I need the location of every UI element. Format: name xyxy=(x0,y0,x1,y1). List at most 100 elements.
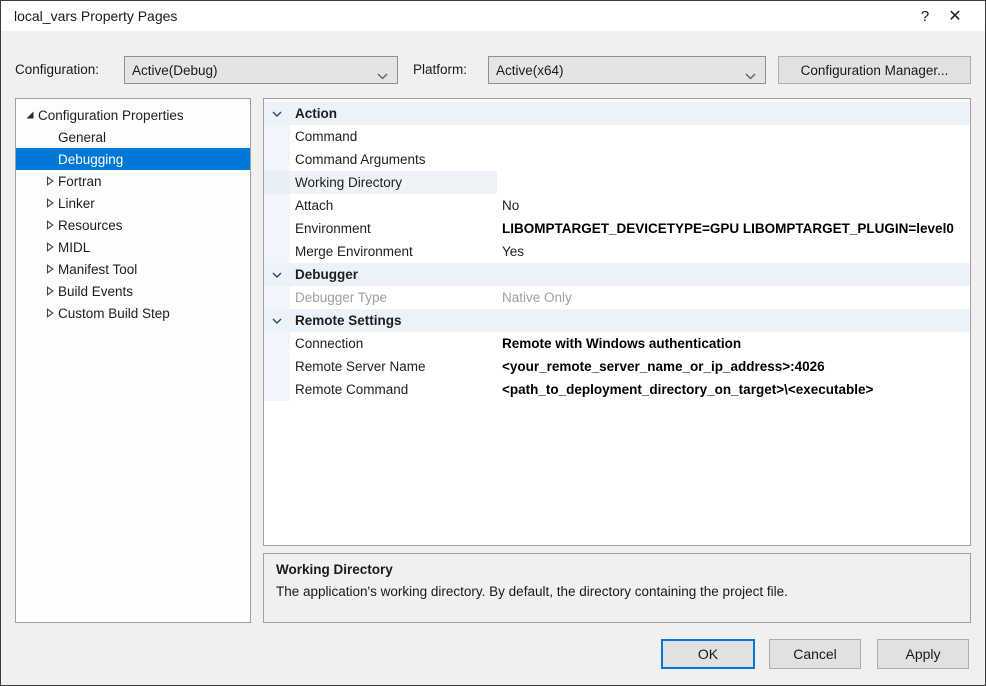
tree-item-label: Build Events xyxy=(58,284,133,299)
row-gutter xyxy=(264,286,290,309)
description-box: Working Directory The application's work… xyxy=(263,553,971,623)
description-text: The application's working directory. By … xyxy=(276,584,958,599)
property-pages-dialog: local_vars Property Pages ? ✕ Configurat… xyxy=(0,0,986,686)
property-label: Merge Environment xyxy=(290,240,497,263)
tree-item-label: MIDL xyxy=(58,240,90,255)
tree-item-debugging[interactable]: Debugging xyxy=(16,148,250,170)
group-collapse-icon[interactable] xyxy=(264,309,290,332)
chevron-down-icon xyxy=(745,68,756,83)
property-label: Command xyxy=(290,125,497,148)
row-gutter xyxy=(264,148,290,171)
grid-row-debugger-type[interactable]: Debugger TypeNative Only xyxy=(264,286,970,309)
property-value[interactable]: LIBOMPTARGET_DEVICETYPE=GPU LIBOMPTARGET… xyxy=(497,217,970,240)
property-label: Attach xyxy=(290,194,497,217)
tree-item-general[interactable]: General xyxy=(16,126,250,148)
tree-item-manifest-tool[interactable]: Manifest Tool xyxy=(16,258,250,280)
collapsed-expander-icon[interactable] xyxy=(42,220,58,230)
apply-button[interactable]: Apply xyxy=(877,639,969,669)
property-grid: ActionCommandCommand ArgumentsWorking Di… xyxy=(263,98,971,546)
property-value[interactable] xyxy=(497,171,970,194)
property-value[interactable] xyxy=(497,148,970,171)
property-value[interactable]: Remote with Windows authentication xyxy=(497,332,970,355)
grid-row-working-directory[interactable]: Working Directory xyxy=(264,171,970,194)
grid-row-action[interactable]: Action xyxy=(264,102,970,125)
tree-panel: Configuration Properties General Debugging… xyxy=(15,98,251,623)
tree-item-fortran[interactable]: Fortran xyxy=(16,170,250,192)
row-gutter xyxy=(264,171,290,194)
help-button[interactable]: ? xyxy=(912,4,938,28)
ok-button[interactable]: OK xyxy=(661,639,755,669)
expanded-expander-icon[interactable] xyxy=(22,110,38,120)
window-title: local_vars Property Pages xyxy=(14,8,177,24)
configuration-manager-label: Configuration Manager... xyxy=(801,63,949,78)
collapsed-expander-icon[interactable] xyxy=(42,198,58,208)
apply-label: Apply xyxy=(905,646,940,662)
cancel-button[interactable]: Cancel xyxy=(769,639,861,669)
tree-item-linker[interactable]: Linker xyxy=(16,192,250,214)
configuration-manager-button[interactable]: Configuration Manager... xyxy=(778,56,971,84)
grid-row-connection[interactable]: ConnectionRemote with Windows authentica… xyxy=(264,332,970,355)
tree-item-resources[interactable]: Resources xyxy=(16,214,250,236)
title-bar: local_vars Property Pages ? ✕ xyxy=(1,1,985,31)
grid-row-debugger[interactable]: Debugger xyxy=(264,263,970,286)
grid-row-merge-environment[interactable]: Merge EnvironmentYes xyxy=(264,240,970,263)
grid-row-remote-settings[interactable]: Remote Settings xyxy=(264,309,970,332)
property-value[interactable] xyxy=(497,125,970,148)
chevron-down-icon xyxy=(377,68,388,83)
grid-row-environment[interactable]: EnvironmentLIBOMPTARGET_DEVICETYPE=GPU L… xyxy=(264,217,970,240)
property-label: Environment xyxy=(290,217,497,240)
tree-item-custom-build-step[interactable]: Custom Build Step xyxy=(16,302,250,324)
collapsed-expander-icon[interactable] xyxy=(42,176,58,186)
property-value[interactable]: No xyxy=(497,194,970,217)
tree-item-label: General xyxy=(58,130,106,145)
close-button[interactable]: ✕ xyxy=(942,4,968,28)
platform-dropdown[interactable]: Active(x64) xyxy=(488,56,766,84)
tree-item-label: Custom Build Step xyxy=(58,306,170,321)
tree-item-midl[interactable]: MIDL xyxy=(16,236,250,258)
grid-row-attach[interactable]: AttachNo xyxy=(264,194,970,217)
collapsed-expander-icon[interactable] xyxy=(42,242,58,252)
configuration-label: Configuration: xyxy=(15,62,99,77)
row-gutter xyxy=(264,332,290,355)
group-collapse-icon[interactable] xyxy=(264,263,290,286)
platform-label: Platform: xyxy=(413,62,467,77)
row-gutter xyxy=(264,194,290,217)
property-label: Connection xyxy=(290,332,497,355)
property-value[interactable]: <path_to_deployment_directory_on_target>… xyxy=(497,378,970,401)
row-gutter xyxy=(264,378,290,401)
group-header-label: Action xyxy=(290,102,497,125)
platform-value: Active(x64) xyxy=(496,63,564,78)
collapsed-expander-icon[interactable] xyxy=(42,308,58,318)
grid-row-remote-server-name[interactable]: Remote Server Name<your_remote_server_na… xyxy=(264,355,970,378)
tree-item-build-events[interactable]: Build Events xyxy=(16,280,250,302)
tree-item-label: Debugging xyxy=(58,152,123,167)
row-gutter xyxy=(264,217,290,240)
property-value[interactable]: <your_remote_server_name_or_ip_address>:… xyxy=(497,355,970,378)
row-gutter xyxy=(264,240,290,263)
collapsed-expander-icon[interactable] xyxy=(42,286,58,296)
description-title: Working Directory xyxy=(276,562,958,577)
grid-row-command[interactable]: Command xyxy=(264,125,970,148)
property-value[interactable]: Yes xyxy=(497,240,970,263)
cancel-label: Cancel xyxy=(793,646,837,662)
property-label: Debugger Type xyxy=(290,286,497,309)
tree-item-label: Linker xyxy=(58,196,95,211)
tree-item-label: Fortran xyxy=(58,174,102,189)
property-label: Remote Command xyxy=(290,378,497,401)
property-label: Working Directory xyxy=(290,171,497,194)
collapsed-expander-icon[interactable] xyxy=(42,264,58,274)
property-value[interactable]: Native Only xyxy=(497,286,970,309)
grid-row-remote-command[interactable]: Remote Command<path_to_deployment_direct… xyxy=(264,378,970,401)
property-label: Command Arguments xyxy=(290,148,497,171)
grid-row-command-arguments[interactable]: Command Arguments xyxy=(264,148,970,171)
group-collapse-icon[interactable] xyxy=(264,102,290,125)
group-header-label: Remote Settings xyxy=(290,309,497,332)
tree-item-label: Resources xyxy=(58,218,123,233)
help-icon: ? xyxy=(921,8,929,25)
tree-item-label: Manifest Tool xyxy=(58,262,137,277)
close-icon: ✕ xyxy=(948,6,961,26)
configuration-dropdown[interactable]: Active(Debug) xyxy=(124,56,398,84)
row-gutter xyxy=(264,355,290,378)
tree-item-configuration-properties[interactable]: Configuration Properties xyxy=(16,104,250,126)
group-header-label: Debugger xyxy=(290,263,497,286)
